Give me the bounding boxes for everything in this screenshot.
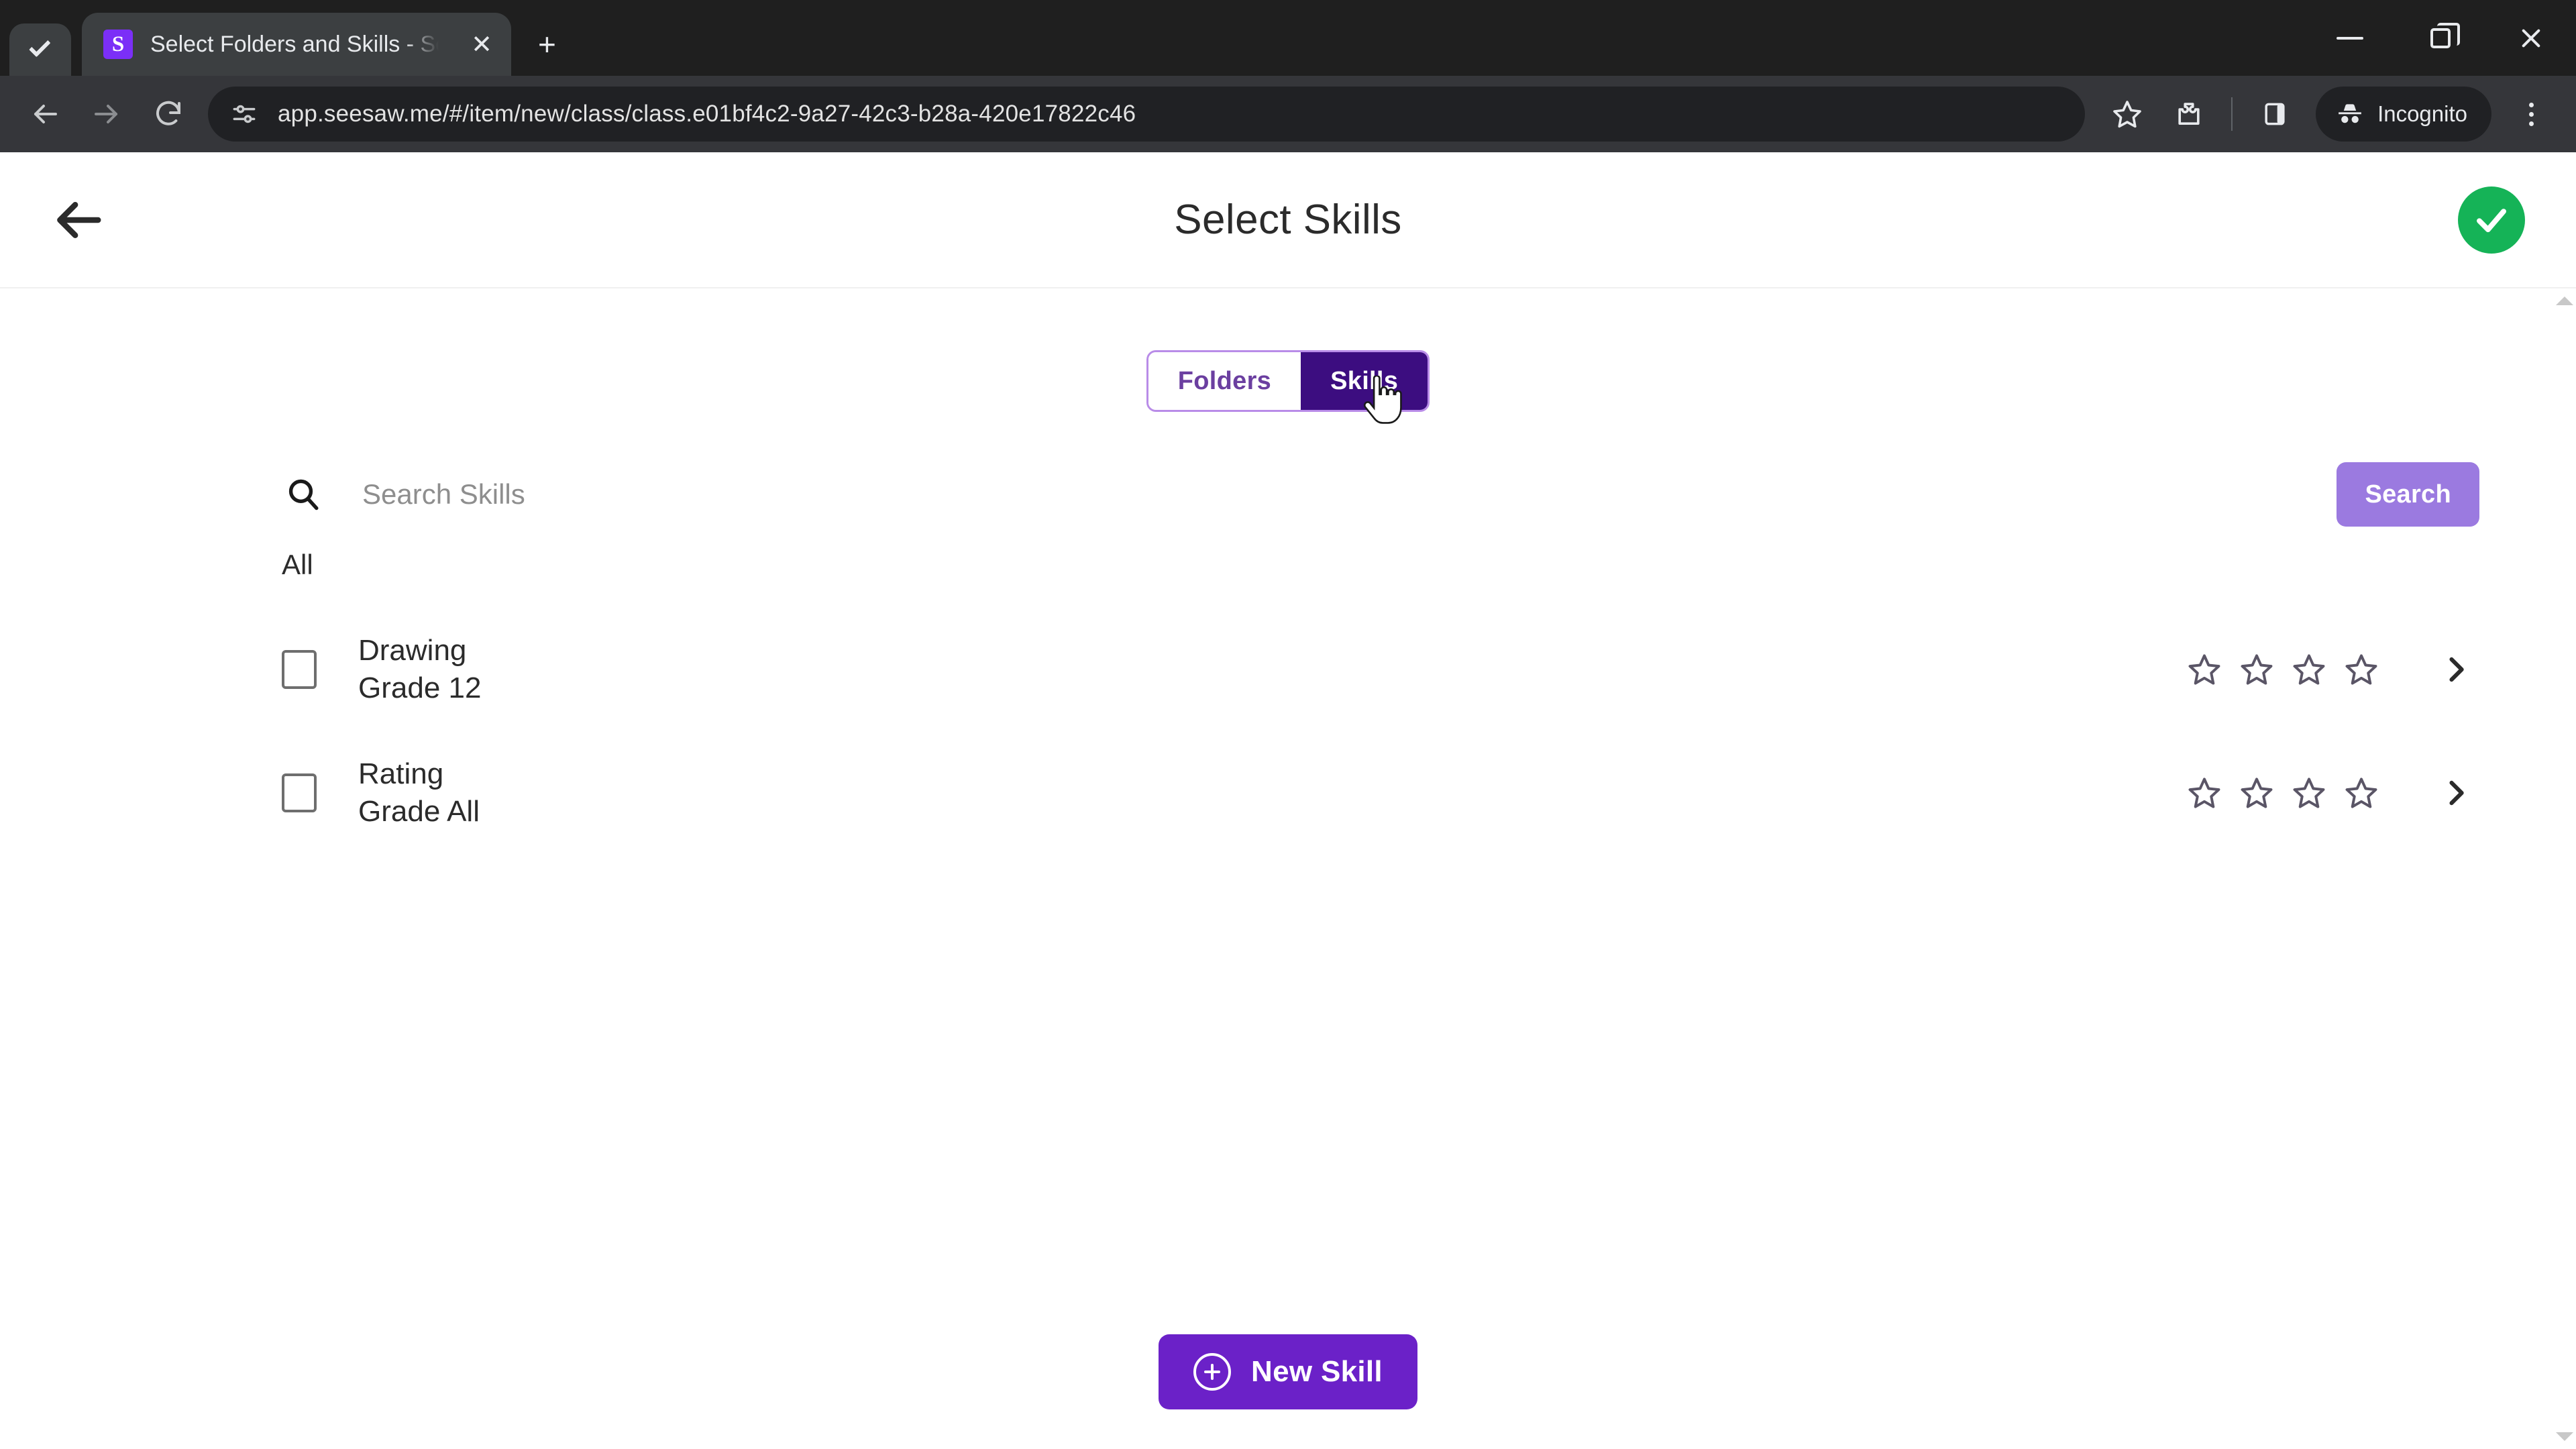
skill-actions — [2186, 646, 2479, 693]
new-skill-button[interactable]: New Skill — [1159, 1334, 1417, 1409]
rating-stars[interactable] — [2186, 651, 2380, 688]
page-title: Select Skills — [1174, 197, 1402, 243]
view-toggle-wrap: Folders Skills — [0, 288, 2576, 412]
forward-icon — [95, 105, 117, 123]
skill-name: Drawing — [358, 633, 467, 667]
tab-strip: S Select Folders and Skills - Seesa ✕ + — [0, 0, 2576, 76]
search-row: Search — [0, 458, 2576, 531]
tune-icon — [233, 105, 256, 123]
skills-panel: Folders Skills Search All Draw — [0, 288, 2576, 1449]
side-panel-icon — [2265, 103, 2285, 125]
skill-actions — [2186, 769, 2479, 816]
url-text: app.seesaw.me/#/item/new/class/class.e01… — [278, 101, 1136, 127]
back-button[interactable] — [16, 85, 74, 143]
app-back-button[interactable] — [48, 190, 109, 250]
search-input[interactable] — [362, 478, 2337, 511]
star-icon[interactable] — [2186, 774, 2223, 812]
skill-text: Drawing Grade 12 — [358, 632, 481, 708]
skill-detail-button[interactable] — [2432, 646, 2479, 693]
kebab-dot — [2528, 102, 2534, 107]
tab-title: Select Folders and Skills - Seesa — [150, 31, 439, 57]
toolbar-divider — [2231, 97, 2233, 131]
kebab-dot — [2528, 111, 2534, 117]
scroll-up-arrow-icon[interactable] — [2556, 297, 2573, 305]
star-icon[interactable] — [2343, 774, 2380, 812]
browser-tab[interactable]: S Select Folders and Skills - Seesa ✕ — [82, 13, 511, 76]
star-icon[interactable] — [2343, 651, 2380, 688]
star-icon[interactable] — [2238, 651, 2275, 688]
window-controls — [2304, 0, 2576, 76]
address-bar[interactable]: app.seesaw.me/#/item/new/class/class.e01… — [208, 87, 2086, 142]
view-toggle: Folders Skills — [1146, 350, 1430, 412]
extensions-icon — [2178, 103, 2200, 125]
kebab-dot — [2528, 121, 2534, 126]
bookmark-button[interactable] — [2098, 85, 2156, 143]
chevron-down-icon — [29, 35, 51, 58]
incognito-label: Incognito — [2377, 101, 2467, 126]
star-icon — [2113, 101, 2141, 128]
magnifier-icon — [288, 479, 319, 511]
scroll-down-arrow-icon[interactable] — [2556, 1432, 2573, 1441]
back-icon — [34, 105, 57, 123]
tab-skills[interactable]: Skills — [1301, 352, 1428, 410]
plus-circle-icon — [1193, 1353, 1232, 1391]
extensions-button[interactable] — [2160, 85, 2218, 143]
seesaw-favicon-icon: S — [103, 30, 133, 59]
tab-search-button[interactable] — [9, 23, 71, 76]
confirm-button[interactable] — [2458, 186, 2525, 254]
back-arrow-icon — [57, 201, 101, 238]
skill-detail-button[interactable] — [2432, 769, 2479, 816]
search-icon — [282, 473, 325, 516]
skill-checkbox[interactable] — [282, 650, 317, 689]
site-settings-icon[interactable] — [228, 98, 260, 130]
list-item[interactable]: Rating Grade All — [0, 731, 2576, 855]
tab-folders[interactable]: Folders — [1148, 352, 1301, 410]
skill-checkbox[interactable] — [282, 773, 317, 812]
group-label-all: All — [282, 549, 313, 580]
tab-close-icon[interactable]: ✕ — [458, 32, 492, 57]
list-item[interactable]: Drawing Grade 12 — [0, 608, 2576, 731]
browser-menu-button[interactable] — [2502, 85, 2560, 143]
skill-list: Drawing Grade 12 Rating Grade All — [0, 608, 2576, 855]
skill-name: Rating — [358, 757, 444, 790]
incognito-indicator[interactable]: Incognito — [2316, 87, 2491, 142]
window-maximize-button[interactable] — [2395, 0, 2485, 76]
window-minimize-button[interactable] — [2304, 0, 2395, 76]
star-icon[interactable] — [2186, 651, 2223, 688]
app-header: Select Skills — [0, 152, 2576, 288]
skill-grade: Grade 12 — [358, 672, 482, 704]
page-content: Select Skills Folders Skills Search Skil… — [0, 152, 2576, 1449]
footer-bar: New Skill — [0, 1295, 2576, 1449]
chevron-right-icon — [2449, 657, 2464, 682]
check-icon — [2477, 208, 2506, 232]
window-close-button[interactable] — [2485, 0, 2576, 76]
browser-window: S Select Folders and Skills - Seesa ✕ + — [0, 0, 2576, 1449]
browser-toolbar: app.seesaw.me/#/item/new/class/class.e01… — [0, 76, 2576, 152]
reload-button[interactable] — [140, 85, 197, 143]
skill-grade: Grade All — [358, 795, 480, 828]
maximize-icon — [2430, 22, 2460, 48]
star-icon[interactable] — [2290, 651, 2328, 688]
forward-button[interactable] — [78, 85, 136, 143]
rating-stars[interactable] — [2186, 774, 2380, 812]
new-tab-button[interactable]: + — [538, 29, 556, 60]
new-skill-label: New Skill — [1251, 1355, 1383, 1388]
side-panel-button[interactable] — [2246, 85, 2304, 143]
star-icon[interactable] — [2238, 774, 2275, 812]
star-icon[interactable] — [2290, 774, 2328, 812]
page-scrollbar[interactable] — [2553, 288, 2576, 1449]
skill-text: Rating Grade All — [358, 755, 480, 831]
chevron-right-icon — [2449, 780, 2464, 806]
incognito-icon — [2339, 104, 2361, 123]
search-button[interactable]: Search — [2337, 462, 2479, 527]
minimize-icon — [2336, 36, 2363, 40]
close-icon — [2519, 26, 2543, 50]
reload-icon — [156, 101, 180, 125]
